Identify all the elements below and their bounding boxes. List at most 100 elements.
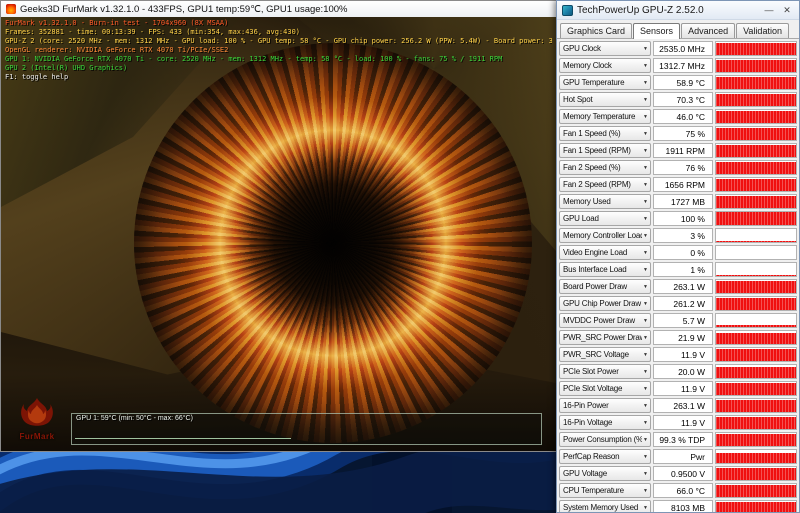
sensor-label-button[interactable]: Power Consumption (%)▼ <box>559 432 651 447</box>
chevron-down-icon: ▼ <box>643 301 648 307</box>
sensor-label-button[interactable]: Memory Used▼ <box>559 194 651 209</box>
sensor-row: PCIe Slot Voltage▼11.9 V <box>559 380 797 397</box>
tab-advanced[interactable]: Advanced <box>681 23 735 38</box>
sensor-graph <box>715 160 797 175</box>
chevron-down-icon: ▼ <box>643 165 648 171</box>
furmark-titlebar[interactable]: Geeks3D FurMark v1.32.1.0 - 433FPS, GPU1… <box>1 1 556 17</box>
chevron-down-icon: ▼ <box>643 250 648 256</box>
gpu-temp-graph: GPU 1: 59°C (min: 50°C - max: 66°C) <box>71 413 542 445</box>
sensor-label-text: GPU Temperature <box>563 78 642 87</box>
sensor-label-text: Fan 1 Speed (RPM) <box>563 146 642 155</box>
sensor-graph-fill <box>716 502 796 512</box>
tab-graphics-card[interactable]: Graphics Card <box>560 23 632 38</box>
sensor-label-button[interactable]: Fan 2 Speed (%)▼ <box>559 160 651 175</box>
gpuz-titlebar[interactable]: TechPowerUp GPU-Z 2.52.0 — ✕ <box>557 1 799 20</box>
sensor-label-text: System Memory Used <box>563 503 642 512</box>
sensor-label-button[interactable]: MVDDC Power Draw▼ <box>559 313 651 328</box>
sensor-graph-fill <box>716 128 796 140</box>
sensor-label-button[interactable]: System Memory Used▼ <box>559 500 651 512</box>
sensor-graph <box>715 126 797 141</box>
sensor-label-button[interactable]: Fan 2 Speed (RPM)▼ <box>559 177 651 192</box>
sensor-graph-fill <box>716 179 796 191</box>
sensor-graph-fill <box>716 162 796 174</box>
sensor-graph-fill <box>716 43 796 55</box>
sensor-value: 58.9 °C <box>653 75 713 90</box>
sensor-value: 1656 RPM <box>653 177 713 192</box>
minimize-icon[interactable]: — <box>762 3 776 17</box>
sensor-label-text: PCIe Slot Power <box>563 367 642 376</box>
sensor-label-button[interactable]: GPU Temperature▼ <box>559 75 651 90</box>
gpuz-window-title: TechPowerUp GPU-Z 2.52.0 <box>577 5 758 16</box>
sensor-value: 20.0 W <box>653 364 713 379</box>
sensor-graph <box>715 92 797 107</box>
sensor-label-button[interactable]: PCIe Slot Power▼ <box>559 364 651 379</box>
sensor-row: GPU Clock▼2535.0 MHz <box>559 40 797 57</box>
furmark-osd-text: FurMark v1.32.1.0 - Burn-in test - 1704x… <box>5 19 552 82</box>
chevron-down-icon: ▼ <box>643 199 648 205</box>
sensor-label-button[interactable]: Hot Spot▼ <box>559 92 651 107</box>
sensor-label-button[interactable]: GPU Chip Power Draw▼ <box>559 296 651 311</box>
chevron-down-icon: ▼ <box>643 454 648 460</box>
close-icon[interactable]: ✕ <box>780 3 794 17</box>
sensor-label-text: CPU Temperature <box>563 486 642 495</box>
sensor-row: Fan 2 Speed (RPM)▼1656 RPM <box>559 176 797 193</box>
sensor-graph <box>715 398 797 413</box>
gpu-temp-graph-line <box>75 438 291 439</box>
sensor-value: 11.9 V <box>653 415 713 430</box>
sensor-label-button[interactable]: Memory Temperature▼ <box>559 109 651 124</box>
sensor-label-text: PerfCap Reason <box>563 452 642 461</box>
sensor-label-text: Video Engine Load <box>563 248 642 257</box>
sensor-label-button[interactable]: CPU Temperature▼ <box>559 483 651 498</box>
sensor-value: 8103 MB <box>653 500 713 512</box>
sensor-label-button[interactable]: PCIe Slot Voltage▼ <box>559 381 651 396</box>
sensor-label-button[interactable]: Fan 1 Speed (RPM)▼ <box>559 143 651 158</box>
sensor-value: 99.3 % TDP <box>653 432 713 447</box>
sensor-label-button[interactable]: Video Engine Load▼ <box>559 245 651 260</box>
sensor-label-button[interactable]: PWR_SRC Power Draw▼ <box>559 330 651 345</box>
sensor-label-button[interactable]: Memory Controller Load▼ <box>559 228 651 243</box>
sensor-label-button[interactable]: Memory Clock▼ <box>559 58 651 73</box>
sensor-graph-fill <box>716 453 796 463</box>
sensor-value: Pwr <box>653 449 713 464</box>
sensor-graph <box>715 75 797 90</box>
sensor-label-button[interactable]: 16-Pin Power▼ <box>559 398 651 413</box>
chevron-down-icon: ▼ <box>643 97 648 103</box>
sensor-label-button[interactable]: GPU Load▼ <box>559 211 651 226</box>
sensor-graph-fill <box>716 434 796 446</box>
sensor-graph-fill <box>716 383 796 395</box>
furmark-logo-text: FurMark <box>9 432 65 441</box>
sensor-label-text: MVDDC Power Draw <box>563 316 642 325</box>
chevron-down-icon: ▼ <box>643 63 648 69</box>
tab-validation[interactable]: Validation <box>736 23 789 38</box>
sensor-row: 16-Pin Voltage▼11.9 V <box>559 414 797 431</box>
chevron-down-icon: ▼ <box>643 420 648 426</box>
furmark-app-icon <box>6 4 16 14</box>
sensor-label-button[interactable]: 16-Pin Voltage▼ <box>559 415 651 430</box>
sensor-label-button[interactable]: Fan 1 Speed (%)▼ <box>559 126 651 141</box>
sensor-label-button[interactable]: GPU Clock▼ <box>559 41 651 56</box>
sensor-value: 2535.0 MHz <box>653 41 713 56</box>
sensor-graph-fill <box>716 367 796 378</box>
sensor-label-button[interactable]: PWR_SRC Voltage▼ <box>559 347 651 362</box>
sensor-label-button[interactable]: Board Power Draw▼ <box>559 279 651 294</box>
sensor-value: 263.1 W <box>653 279 713 294</box>
sensor-value: 21.9 W <box>653 330 713 345</box>
sensor-graph <box>715 500 797 512</box>
sensor-label-button[interactable]: Bus Interface Load▼ <box>559 262 651 277</box>
sensor-label-text: Fan 1 Speed (%) <box>563 129 642 138</box>
sensor-label-button[interactable]: PerfCap Reason▼ <box>559 449 651 464</box>
sensor-label-text: Board Power Draw <box>563 282 642 291</box>
chevron-down-icon: ▼ <box>643 471 648 477</box>
sensor-row: Power Consumption (%)▼99.3 % TDP <box>559 431 797 448</box>
sensor-label-text: Bus Interface Load <box>563 265 642 274</box>
sensor-label-text: Memory Used <box>563 197 642 206</box>
sensor-label-button[interactable]: GPU Voltage▼ <box>559 466 651 481</box>
chevron-down-icon: ▼ <box>643 131 648 137</box>
gpuz-app-icon <box>562 5 573 16</box>
sensor-graph <box>715 449 797 464</box>
sensor-value: 76 % <box>653 160 713 175</box>
sensor-row: Fan 1 Speed (%)▼75 % <box>559 125 797 142</box>
sensor-graph <box>715 415 797 430</box>
tab-sensors[interactable]: Sensors <box>633 23 680 39</box>
sensor-graph <box>715 466 797 481</box>
